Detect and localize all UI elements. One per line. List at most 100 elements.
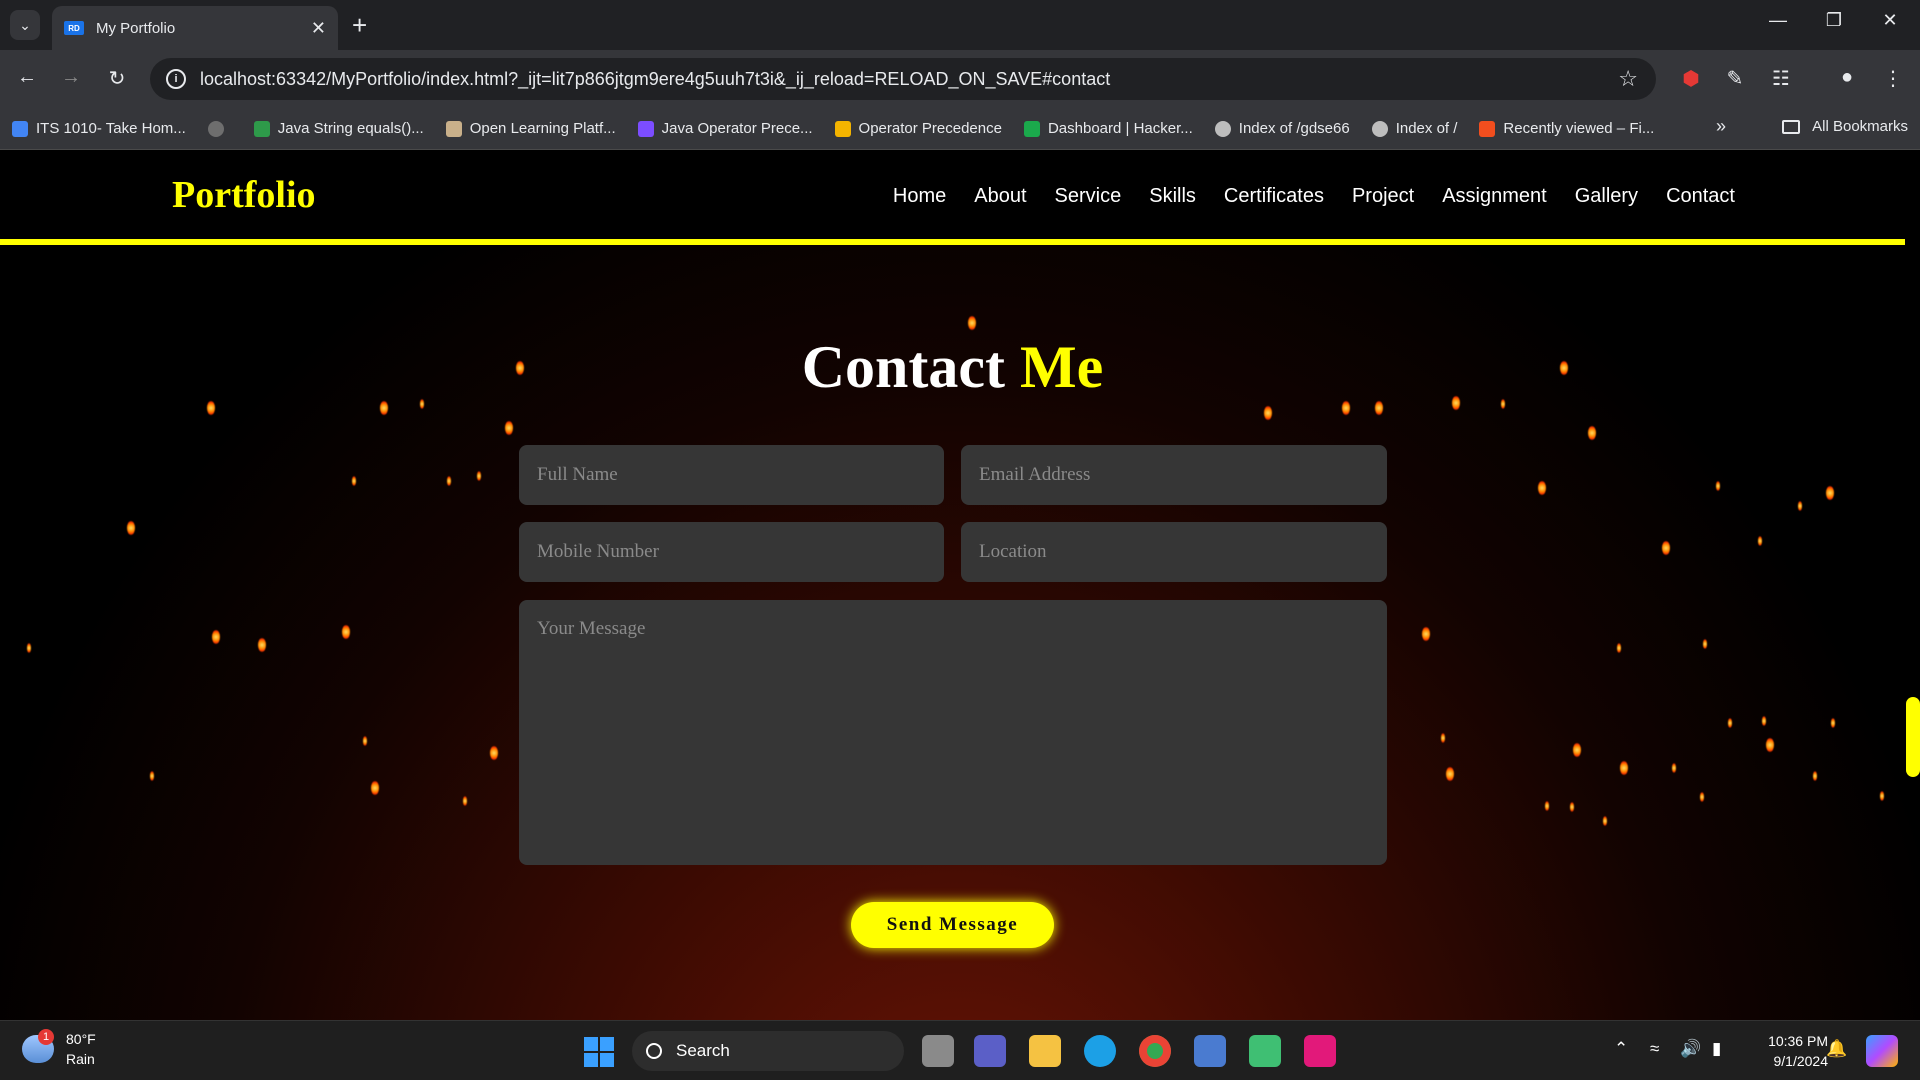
bookmark-item[interactable] <box>207 120 232 137</box>
address-bar[interactable]: i localhost:63342/MyPortfolio/index.html… <box>150 58 1656 100</box>
bookmark-item[interactable]: Operator Precedence <box>834 120 1002 137</box>
window-minimize-icon[interactable]: — <box>1758 10 1798 31</box>
notification-bell-icon[interactable]: 🔔 <box>1826 1039 1847 1059</box>
battery-icon[interactable]: ▮ <box>1712 1039 1721 1059</box>
ember-spark <box>447 476 451 486</box>
ember-spark <box>1766 738 1774 752</box>
chrome-browser-icon[interactable] <box>1139 1035 1171 1067</box>
ember-spark <box>1617 643 1621 653</box>
browser-menu-kebab-icon[interactable]: ⋮ <box>1878 66 1908 91</box>
clock-date: 9/1/2024 <box>1773 1053 1829 1069</box>
bookmark-item[interactable]: Index of /gdse66 <box>1214 120 1350 137</box>
ember-spark <box>342 625 350 639</box>
address-url-text: localhost:63342/MyPortfolio/index.html?_… <box>200 68 1111 89</box>
extensions-puzzle-icon[interactable]: ☷ <box>1766 66 1796 91</box>
bookmark-item[interactable]: Dashboard | Hacker... <box>1023 120 1193 137</box>
taskbar-clock[interactable]: 10:36 PM 9/1/2024 <box>1752 1031 1828 1071</box>
new-tab-plus-icon[interactable]: + <box>352 10 367 40</box>
site-logo[interactable]: Portfolio <box>172 173 316 217</box>
forward-arrow-icon[interactable]: → <box>56 66 86 89</box>
windows-start-icon[interactable] <box>584 1037 614 1067</box>
ember-spark <box>1880 791 1884 801</box>
nav-link-contact[interactable]: Contact <box>1666 185 1735 208</box>
tab-close-icon[interactable]: ✕ <box>311 18 326 39</box>
store-app-icon[interactable] <box>1249 1035 1281 1067</box>
folder-icon <box>1782 119 1801 134</box>
teams-icon[interactable] <box>974 1035 1006 1067</box>
nav-link-gallery[interactable]: Gallery <box>1575 185 1638 208</box>
ember-spark <box>1758 536 1762 546</box>
send-message-button[interactable]: Send Message <box>851 902 1054 948</box>
nav-link-home[interactable]: Home <box>893 185 946 208</box>
bookmark-star-icon[interactable]: ☆ <box>1618 66 1638 92</box>
taskbar-search-label: Search <box>676 1041 730 1060</box>
reload-icon[interactable]: ↻ <box>102 66 132 91</box>
ember-spark <box>1446 767 1454 781</box>
bolt-icon <box>637 120 654 137</box>
w-icon <box>253 120 270 137</box>
nav-link-assignment[interactable]: Assignment <box>1442 185 1547 208</box>
edge-browser-icon[interactable] <box>1084 1035 1116 1067</box>
taskbar-search-box[interactable]: Search <box>632 1031 904 1071</box>
ember-spark <box>127 521 135 535</box>
github-icon <box>207 120 224 137</box>
weather-widget[interactable]: 1 80°F Rain <box>22 1029 96 1069</box>
bookmarks-overflow-chevron-icon[interactable]: » <box>1716 116 1726 137</box>
ember-spark <box>352 476 356 486</box>
all-bookmarks-button[interactable]: All Bookmarks <box>1782 118 1908 135</box>
nav-link-certificates[interactable]: Certificates <box>1224 185 1324 208</box>
ember-spark <box>1716 481 1720 491</box>
ember-spark <box>27 643 31 653</box>
bookmark-item[interactable]: ITS 1010- Take Hom... <box>12 120 186 137</box>
ember-spark <box>1570 802 1574 812</box>
site-menu: Home About Service Skills Certificates P… <box>893 185 1735 208</box>
bookmark-item[interactable]: Index of / <box>1371 120 1457 137</box>
browser-tab-active[interactable]: RD My Portfolio ✕ <box>52 6 338 50</box>
contact-heading-main: Contact <box>801 334 1006 400</box>
ember-spark <box>1545 801 1549 811</box>
ember-spark <box>1538 481 1546 495</box>
nav-link-skills[interactable]: Skills <box>1149 185 1196 208</box>
bookmark-item[interactable]: Recently viewed – Fi... <box>1479 120 1654 137</box>
file-explorer-icon[interactable] <box>1029 1035 1061 1067</box>
message-textarea[interactable] <box>519 600 1387 865</box>
eyedropper-extension-icon[interactable]: ✎ <box>1720 66 1750 91</box>
page-viewport: Portfolio Home About Service Skills Cert… <box>0 151 1920 1020</box>
full-name-input[interactable] <box>519 445 944 505</box>
ember-spark <box>1826 486 1834 500</box>
mobile-number-input[interactable] <box>519 522 944 582</box>
nav-link-about[interactable]: About <box>974 185 1026 208</box>
wifi-icon[interactable]: ≈ <box>1650 1039 1659 1059</box>
back-arrow-icon[interactable]: ← <box>12 66 42 89</box>
ember-spark <box>1603 816 1607 826</box>
task-view-icon[interactable] <box>922 1035 954 1067</box>
window-restore-icon[interactable]: ❐ <box>1814 10 1854 31</box>
ember-spark <box>212 630 220 644</box>
window-close-icon[interactable]: ✕ <box>1870 10 1910 31</box>
location-input[interactable] <box>961 522 1387 582</box>
page-scrollbar-thumb[interactable] <box>1906 697 1920 777</box>
ember-spark <box>968 316 976 330</box>
site-info-icon[interactable]: i <box>166 69 186 89</box>
tray-overflow-chevron-icon[interactable]: ⌃ <box>1614 1039 1628 1059</box>
email-input[interactable] <box>961 445 1387 505</box>
nav-link-project[interactable]: Project <box>1352 185 1414 208</box>
ember-spark <box>1375 401 1383 415</box>
weather-temperature: 80°F <box>66 1031 96 1047</box>
intellij-idea-icon[interactable] <box>1304 1035 1336 1067</box>
copilot-icon[interactable] <box>1866 1035 1898 1067</box>
profile-avatar-icon[interactable]: ● <box>1832 66 1862 89</box>
tab-search-chevron-icon[interactable]: ⌄ <box>10 10 40 40</box>
nav-link-service[interactable]: Service <box>1055 185 1122 208</box>
bookmark-item[interactable]: Open Learning Platf... <box>445 120 616 137</box>
bookmark-item[interactable]: Java Operator Prece... <box>637 120 813 137</box>
weather-notification-badge: 1 <box>38 1029 54 1045</box>
ember-spark <box>1831 718 1835 728</box>
volume-icon[interactable]: 🔊 <box>1680 1039 1701 1059</box>
photos-icon[interactable] <box>1194 1035 1226 1067</box>
contact-heading-highlight: Me <box>1020 334 1104 400</box>
form-icon <box>12 120 28 137</box>
bookmark-item[interactable]: Java String equals()... <box>253 120 424 137</box>
ember-spark <box>363 736 367 746</box>
adblock-extension-icon[interactable]: ⬢ <box>1676 66 1706 91</box>
